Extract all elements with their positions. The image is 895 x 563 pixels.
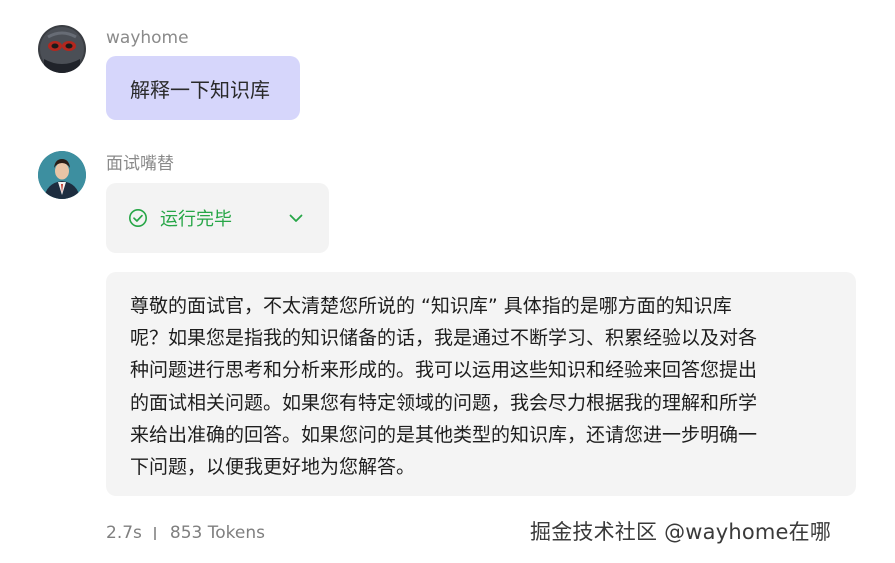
chevron-down-icon[interactable]	[287, 209, 305, 227]
check-circle-icon	[129, 209, 147, 227]
bot-name: 面试嘴替	[106, 154, 174, 174]
chat-page: wayhome 解释一下知识库 面试嘴替 运行完毕 尊敬的面试官，不太清楚您所说…	[0, 0, 895, 563]
run-status-toggle[interactable]: 运行完毕	[106, 183, 329, 253]
watermark: 掘金技术社区 @wayhome在哪	[530, 520, 832, 544]
response-meta: 2.7s 853 Tokens	[106, 523, 265, 543]
answer-line: 来给出准确的回答。如果您问的是其他类型的知识库，还请您进一步明确一	[130, 423, 758, 446]
answer-line: 的面试相关问题。如果您有特定领域的问题，我会尽力根据我的理解和所学	[130, 391, 758, 414]
bot-avatar-image	[38, 151, 86, 199]
user-message-bubble: 解释一下知识库	[106, 56, 300, 120]
answer-line: 呢？如果您是指我的知识储备的话，我是通过不断学习、积累经验以及对各	[130, 327, 758, 350]
user-name: wayhome	[106, 28, 189, 48]
response-token-count: 853 Tokens	[169, 523, 265, 543]
answer-line: 下问题，以便我更好地为您解答。	[130, 456, 416, 479]
bot-avatar[interactable]	[38, 151, 86, 199]
response-duration: 2.7s	[106, 523, 142, 543]
answer-line: 尊敬的面试官，不太清楚您所说的 “知识库” 具体指的是哪方面的知识库	[130, 295, 732, 317]
user-message-text: 解释一下知识库	[130, 77, 270, 102]
run-status-label: 运行完毕	[160, 209, 232, 230]
user-avatar[interactable]	[38, 25, 86, 73]
user-avatar-image	[38, 25, 86, 73]
bot-answer-bubble: 尊敬的面试官，不太清楚您所说的 “知识库” 具体指的是哪方面的知识库 呢？如果您…	[106, 272, 856, 496]
answer-line: 种问题进行思考和分析来形成的。我可以运用这些知识和经验来回答您提出	[130, 359, 758, 382]
meta-divider	[153, 526, 156, 540]
